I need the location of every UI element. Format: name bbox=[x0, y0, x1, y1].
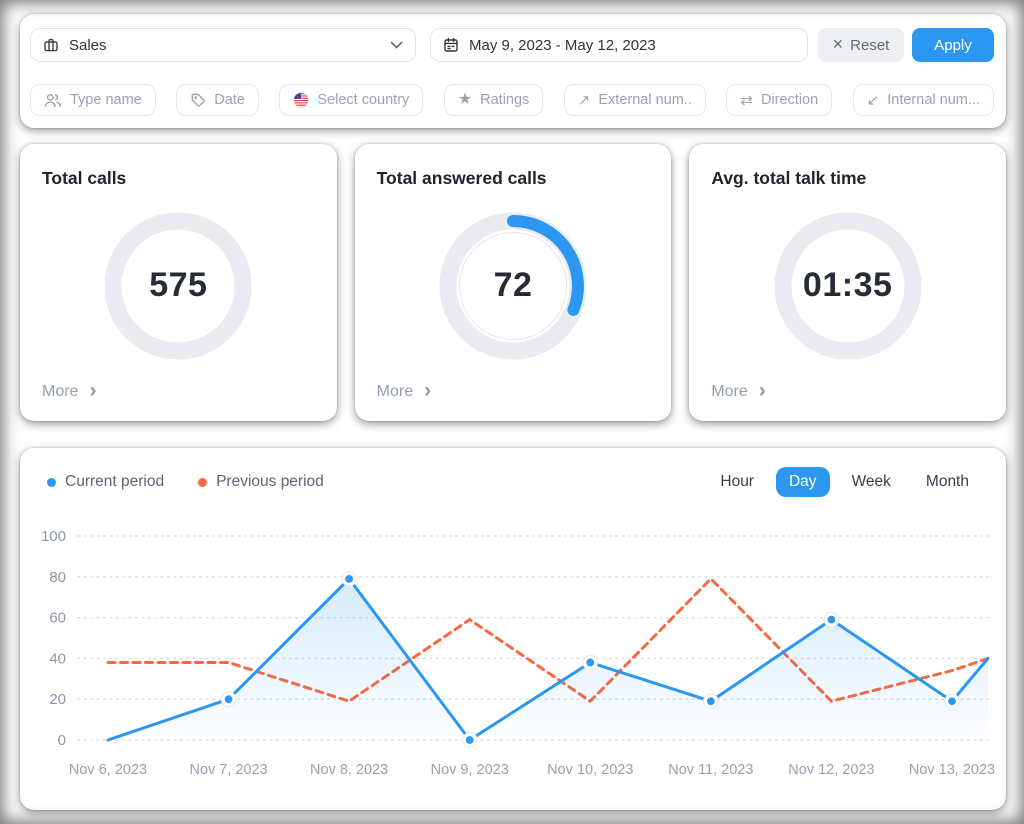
tab-week[interactable]: Week bbox=[839, 467, 904, 497]
svg-text:60: 60 bbox=[49, 610, 66, 627]
more-label: More bbox=[42, 382, 79, 400]
arrows-swap-icon: ⇄ bbox=[740, 91, 753, 109]
tab-hour[interactable]: Hour bbox=[707, 467, 767, 497]
calendar-icon bbox=[443, 37, 459, 53]
users-icon bbox=[44, 93, 62, 108]
svg-text:Nov 13, 2023: Nov 13, 2023 bbox=[909, 762, 995, 778]
svg-text:20: 20 bbox=[49, 691, 66, 708]
star-icon: ★ bbox=[457, 90, 473, 108]
filter-chip-label: Date bbox=[214, 92, 245, 108]
reset-label: Reset bbox=[850, 36, 890, 54]
svg-text:Nov 9, 2023: Nov 9, 2023 bbox=[431, 762, 509, 778]
filter-chip-row: Type name Date Select country ★ Ratings … bbox=[30, 84, 994, 116]
stat-title: Avg. total talk time bbox=[711, 168, 867, 188]
filter-chip-label: Direction bbox=[760, 92, 819, 108]
legend-label: Current period bbox=[65, 473, 165, 490]
filter-chip-label: External num.. bbox=[598, 92, 692, 108]
team-select-value: Sales bbox=[69, 36, 107, 54]
reset-button[interactable]: × Reset bbox=[818, 28, 904, 62]
filter-chip-country[interactable]: Select country bbox=[279, 84, 424, 116]
date-range-value: May 9, 2023 - May 12, 2023 bbox=[469, 36, 656, 54]
granularity-tabs: Hour Day Week Month bbox=[707, 467, 982, 497]
filter-chip-internal-number[interactable]: ↙ Internal num... bbox=[852, 84, 994, 116]
svg-text:40: 40 bbox=[49, 650, 66, 667]
apply-button[interactable]: Apply bbox=[912, 28, 994, 62]
more-link[interactable]: More › bbox=[711, 379, 766, 403]
line-chart: 0 20 40 60 80 100 Nov 6, 2023 Nov 7, 2023 Nov 8,… bbox=[41, 528, 995, 778]
gauge-wrap: 72 bbox=[377, 189, 650, 382]
more-link[interactable]: More › bbox=[376, 379, 432, 403]
svg-text:Nov 8, 2023: Nov 8, 2023 bbox=[310, 762, 388, 778]
stat-card-avg-talk-time: Avg. total talk time 01:35 More › bbox=[689, 144, 1006, 421]
stat-value: 72 bbox=[493, 266, 533, 305]
stat-value: 575 bbox=[149, 266, 208, 305]
legend-dot-orange bbox=[198, 477, 208, 487]
tab-month[interactable]: Month bbox=[913, 467, 982, 497]
toolbar-row: Sales May 9, 2023 - May 12, 2023 × Reset… bbox=[30, 28, 994, 62]
arrow-up-right-icon: ↗ bbox=[577, 91, 591, 109]
filter-chip-direction[interactable]: ⇄ Direction bbox=[726, 84, 833, 116]
chart-card: Current period Previous period Hour Day … bbox=[20, 448, 1006, 810]
stats-row: Total calls 575 More › Total answered ca… bbox=[20, 144, 1006, 421]
chart-legend: Current period Previous period bbox=[47, 473, 324, 491]
svg-text:80: 80 bbox=[49, 569, 66, 586]
svg-text:0: 0 bbox=[58, 732, 66, 749]
more-label: More bbox=[711, 382, 748, 400]
svg-text:100: 100 bbox=[41, 528, 66, 545]
chevron-down-icon bbox=[390, 41, 403, 49]
chevron-right-icon: › bbox=[758, 379, 766, 403]
filter-chip-type-name[interactable]: Type name bbox=[30, 84, 156, 116]
legend-dot-blue bbox=[47, 477, 56, 487]
apply-label: Apply bbox=[934, 36, 972, 54]
chevron-right-icon: › bbox=[424, 379, 432, 403]
more-link[interactable]: More › bbox=[42, 379, 97, 403]
svg-text:Nov 10, 2023: Nov 10, 2023 bbox=[547, 762, 633, 778]
filter-chip-ratings[interactable]: ★ Ratings bbox=[443, 84, 544, 116]
filter-chip-label: Type name bbox=[70, 92, 142, 108]
filter-chip-label: Internal num... bbox=[887, 92, 980, 108]
svg-text:Nov 7, 2023: Nov 7, 2023 bbox=[189, 762, 267, 778]
chevron-right-icon: › bbox=[89, 379, 97, 403]
filter-chip-date[interactable]: Date bbox=[176, 84, 259, 116]
filter-chip-external-number[interactable]: ↗ External num.. bbox=[563, 84, 706, 116]
stat-card-answered-calls: Total answered calls 72 More › bbox=[354, 144, 672, 421]
svg-text:Nov 11, 2023: Nov 11, 2023 bbox=[668, 762, 753, 778]
filter-chip-label: Ratings bbox=[480, 92, 530, 108]
date-range-input[interactable]: May 9, 2023 - May 12, 2023 bbox=[430, 28, 808, 62]
stat-title: Total answered calls bbox=[376, 168, 547, 188]
stat-title: Total calls bbox=[42, 168, 127, 188]
tag-icon bbox=[190, 92, 206, 108]
stat-card-total-calls: Total calls 575 More › bbox=[20, 144, 337, 421]
arrow-down-left-icon: ↙ bbox=[866, 91, 880, 109]
more-label: More bbox=[376, 382, 414, 400]
svg-text:Nov 6, 2023: Nov 6, 2023 bbox=[69, 762, 147, 778]
close-icon: × bbox=[832, 34, 844, 54]
svg-text:Nov 12, 2023: Nov 12, 2023 bbox=[788, 762, 874, 778]
gauge-wrap: 01:35 bbox=[711, 189, 984, 382]
toolbar-card: Sales May 9, 2023 - May 12, 2023 × Reset… bbox=[20, 14, 1006, 128]
briefcase-icon bbox=[43, 37, 59, 53]
stat-value: 01:35 bbox=[802, 266, 893, 305]
legend-item-current-period[interactable]: Current period bbox=[47, 473, 164, 491]
us-flag-icon bbox=[293, 92, 310, 108]
legend-label: Previous period bbox=[216, 473, 324, 490]
tab-day[interactable]: Day bbox=[775, 467, 830, 497]
chart-header: Current period Previous period Hour Day … bbox=[20, 466, 1006, 498]
legend-item-previous-period[interactable]: Previous period bbox=[198, 473, 324, 491]
gauge-wrap: 575 bbox=[42, 189, 315, 382]
filter-chip-label: Select country bbox=[317, 92, 410, 108]
team-select[interactable]: Sales bbox=[30, 28, 416, 62]
